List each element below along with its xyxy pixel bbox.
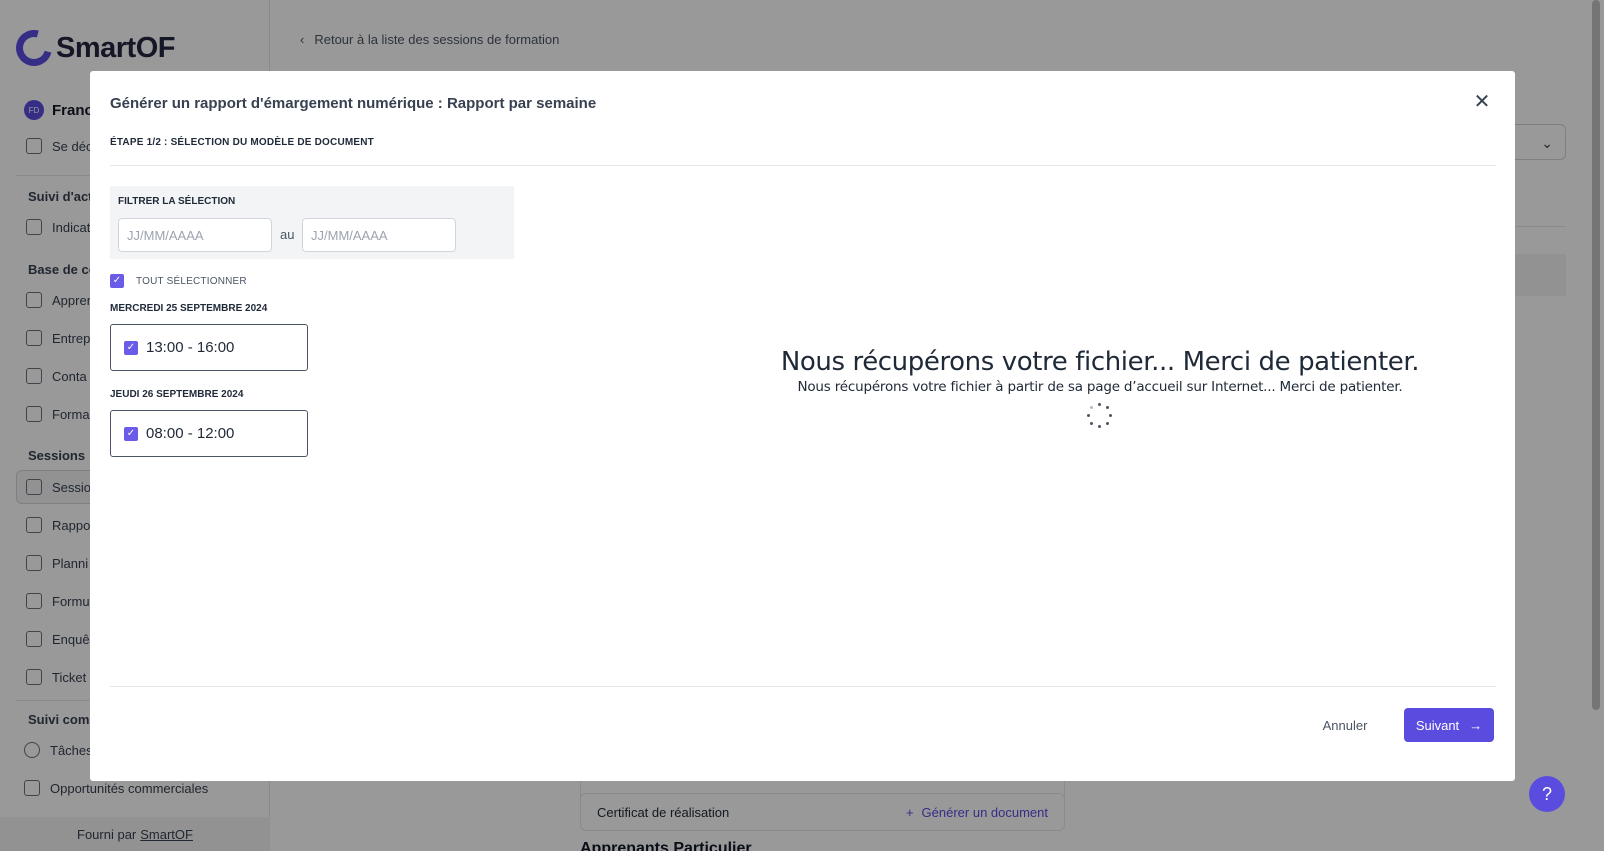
day-label: MERCREDI 25 SEPTEMBRE 2024 bbox=[110, 303, 268, 314]
cancel-button[interactable]: Annuler bbox=[1310, 708, 1380, 742]
help-button[interactable]: ? bbox=[1529, 776, 1565, 812]
time-slot-checkbox[interactable]: ✓ 13:00 - 16:00 bbox=[110, 324, 308, 371]
time-slot-label: 08:00 - 12:00 bbox=[146, 425, 235, 442]
arrow-right-icon: → bbox=[1469, 717, 1483, 733]
spinner-icon bbox=[1087, 403, 1113, 429]
time-slot-label: 13:00 - 16:00 bbox=[146, 339, 235, 356]
select-all-label: TOUT SÉLECTIONNER bbox=[136, 275, 247, 287]
modal-title: Générer un rapport d'émargement numériqu… bbox=[110, 95, 597, 112]
select-all-checkbox[interactable]: ✓ TOUT SÉLECTIONNER bbox=[110, 274, 247, 288]
checkbox-checked-icon: ✓ bbox=[110, 274, 124, 288]
close-icon[interactable]: ✕ bbox=[1471, 91, 1493, 113]
next-button-label: Suivant bbox=[1415, 717, 1460, 733]
modal-footer-divider bbox=[110, 686, 1496, 687]
date-separator: au bbox=[280, 227, 295, 242]
filter-panel: FILTRER LA SÉLECTION au bbox=[110, 186, 514, 259]
checkbox-checked-icon: ✓ bbox=[124, 340, 138, 355]
time-slot-checkbox[interactable]: ✓ 08:00 - 12:00 bbox=[110, 410, 308, 457]
modal-header-divider bbox=[110, 165, 1496, 166]
date-from-input[interactable] bbox=[118, 218, 272, 252]
next-button[interactable]: Suivant → bbox=[1404, 708, 1494, 742]
date-to-input[interactable] bbox=[302, 218, 456, 252]
attendance-report-modal: Générer un rapport d'émargement numériqu… bbox=[90, 71, 1515, 781]
day-label: JEUDI 26 SEPTEMBRE 2024 bbox=[110, 389, 244, 400]
loading-title: Nous récupérons votre fichier... Merci d… bbox=[780, 347, 1420, 377]
loading-subtitle: Nous récupérons votre fichier à partir d… bbox=[797, 379, 1403, 395]
filter-label: FILTRER LA SÉLECTION bbox=[118, 196, 236, 207]
checkbox-checked-icon: ✓ bbox=[124, 426, 138, 441]
step-label: ÉTAPE 1/2 : SÉLECTION DU MODÈLE DE DOCUM… bbox=[110, 137, 374, 148]
loading-message: Nous récupérons votre fichier... Merci d… bbox=[690, 347, 1510, 429]
